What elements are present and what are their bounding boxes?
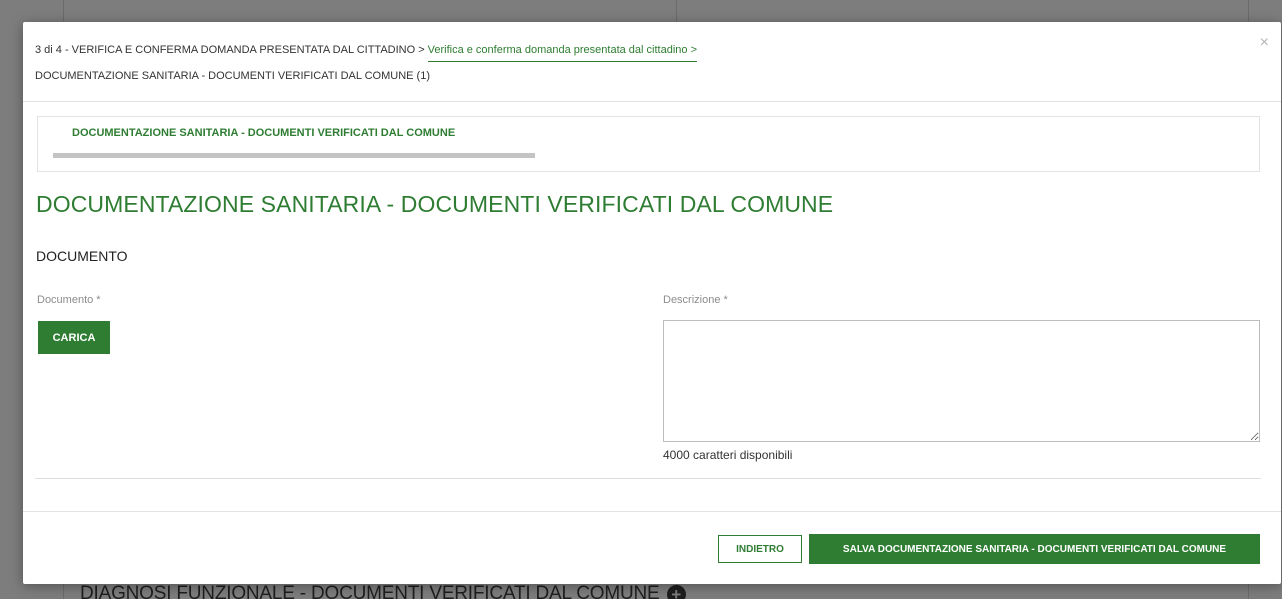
stepper-progress-bar	[53, 153, 535, 158]
close-icon[interactable]: ×	[1260, 35, 1269, 51]
page-title: DOCUMENTAZIONE SANITARIA - DOCUMENTI VER…	[36, 191, 834, 217]
breadcrumb-step-text: 3 di 4 - VERIFICA E CONFERMA DOMANDA PRE…	[35, 44, 416, 56]
modal-dialog: 3 di 4 - VERIFICA E CONFERMA DOMANDA PRE…	[23, 22, 1281, 584]
breadcrumb-link-separator: >	[690, 44, 698, 56]
save-button[interactable]: SALVA DOCUMENTAZIONE SANITARIA - DOCUMEN…	[809, 534, 1260, 564]
character-counter: 4000 caratteri disponibili	[663, 448, 793, 462]
breadcrumb-link-verifica[interactable]: Verifica e conferma domanda presentata d…	[427, 44, 698, 62]
documento-label: Documento *	[37, 294, 101, 306]
stepper-step-label[interactable]: DOCUMENTAZIONE SANITARIA - DOCUMENTI VER…	[72, 127, 455, 139]
breadcrumb-separator: >	[418, 44, 425, 56]
background-section-heading: DIAGNOSI FUNZIONALE - DOCUMENTI VERIFICA…	[80, 583, 686, 599]
modal-header: 3 di 4 - VERIFICA E CONFERMA DOMANDA PRE…	[23, 22, 1281, 102]
section-subtitle: DOCUMENTO	[36, 248, 128, 264]
add-icon: +	[666, 585, 686, 599]
divider	[35, 478, 1261, 479]
descrizione-textarea[interactable]	[663, 320, 1260, 442]
breadcrumb-current-page: DOCUMENTAZIONE SANITARIA - DOCUMENTI VER…	[35, 70, 431, 82]
back-button[interactable]: INDIETRO	[718, 535, 802, 563]
stepper: DOCUMENTAZIONE SANITARIA - DOCUMENTI VER…	[37, 116, 1260, 172]
upload-button[interactable]: CARICA	[38, 321, 110, 354]
breadcrumb-link-label: Verifica e conferma domanda presentata d…	[427, 44, 688, 56]
modal-footer: INDIETRO SALVA DOCUMENTAZIONE SANITARIA …	[23, 511, 1281, 584]
background-section-label: DIAGNOSI FUNZIONALE - DOCUMENTI VERIFICA…	[80, 583, 660, 599]
breadcrumb: 3 di 4 - VERIFICA E CONFERMA DOMANDA PRE…	[35, 44, 698, 62]
descrizione-label: Descrizione *	[663, 294, 728, 306]
